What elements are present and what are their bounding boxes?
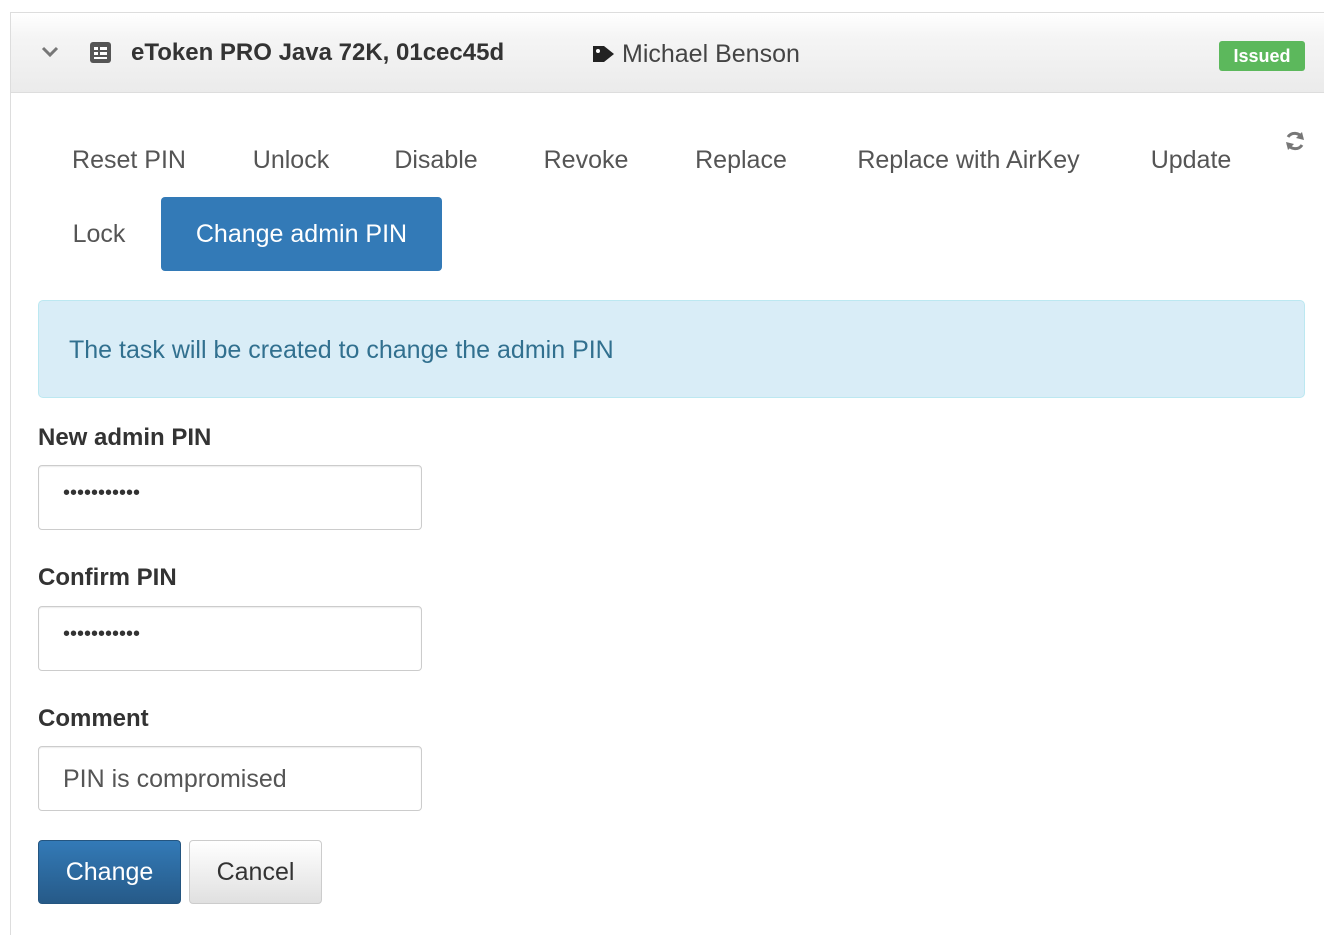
tag-icon xyxy=(593,46,614,62)
tab-disable[interactable]: Disable xyxy=(376,123,496,197)
confirm-pin-value: ••••••••••• xyxy=(63,623,141,645)
tab-update[interactable]: Update xyxy=(1131,123,1251,197)
alert-text: The task will be created to change the a… xyxy=(69,336,614,364)
comment-label: Comment xyxy=(38,705,149,732)
tab-replace[interactable]: Replace xyxy=(676,123,806,197)
new-admin-pin-value: ••••••••••• xyxy=(63,482,141,504)
confirm-pin-input[interactable]: ••••••••••• xyxy=(38,606,422,671)
token-title: eToken PRO Java 72K, 01cec45d xyxy=(131,39,505,66)
confirm-pin-label: Confirm PIN xyxy=(38,564,177,591)
new-admin-pin-input[interactable]: ••••••••••• xyxy=(38,465,422,530)
tab-lock[interactable]: Lock xyxy=(47,197,151,271)
tab-revoke[interactable]: Revoke xyxy=(526,123,646,197)
tab-reset-pin[interactable]: Reset PIN xyxy=(39,123,219,197)
cancel-button[interactable]: Cancel xyxy=(189,840,322,904)
new-admin-pin-label: New admin PIN xyxy=(38,424,212,451)
refresh-icon[interactable] xyxy=(1283,129,1307,153)
change-button[interactable]: Change xyxy=(38,840,181,904)
owner-name[interactable]: Michael Benson xyxy=(622,40,800,69)
token-icon xyxy=(90,42,111,63)
comment-input[interactable]: PIN is compromised xyxy=(38,746,422,811)
tab-change-admin-pin[interactable]: Change admin PIN xyxy=(161,197,442,271)
comment-value: PIN is compromised xyxy=(63,765,287,793)
status-badge: Issued xyxy=(1219,41,1305,71)
panel-header[interactable]: eToken PRO Java 72K, 01cec45d Michael Be… xyxy=(11,13,1324,93)
chevron-down-icon[interactable] xyxy=(41,46,59,58)
tab-replace-with-airkey[interactable]: Replace with AirKey xyxy=(836,123,1101,197)
tab-unlock[interactable]: Unlock xyxy=(231,123,351,197)
info-alert: The task will be created to change the a… xyxy=(38,300,1305,398)
